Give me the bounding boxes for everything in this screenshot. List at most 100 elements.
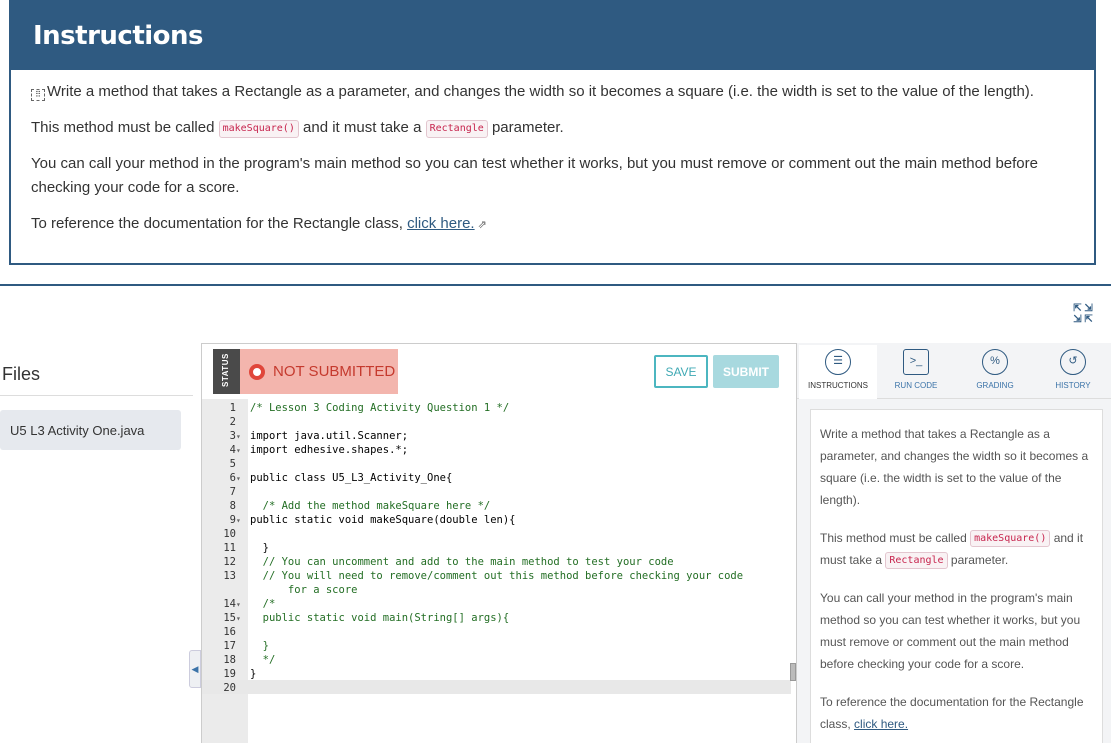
save-button[interactable]: SAVE [654,355,708,388]
code-text: import edhesive.shapes.*; [250,444,409,456]
card-code-chip-makesquare: makeSquare() [970,530,1051,547]
percent-badge-icon: % [982,349,1008,375]
code-line[interactable]: 11 } [202,541,792,555]
files-title: Files [2,364,41,384]
tab-instructions[interactable]: ☰ INSTRUCTIONS [799,345,877,400]
line-number: 12 [223,556,236,568]
instructions-paragraph-3: You can call your method in the program'… [31,155,1038,196]
code-line[interactable]: 17 } [202,639,792,653]
line-number: 4 [229,444,236,456]
tab-instructions-label: INSTRUCTIONS [808,381,868,390]
line-number: 16 [223,626,236,638]
code-line[interactable]: 7 [202,485,792,499]
tab-history-label: HISTORY [1055,381,1091,390]
code-text: } [250,668,257,680]
status-dot-icon [249,363,265,380]
tab-grading[interactable]: % GRADING [955,345,1035,400]
documentation-link[interactable]: click here. [407,215,475,232]
line-number: 2 [229,416,236,428]
instructions-header: Instructions [11,2,1094,70]
code-text: import java.util.Scanner; [250,430,409,442]
code-text: /* [250,598,276,610]
code-line[interactable]: 13 // You will need to remove/comment ou… [202,569,792,583]
tab-run-code[interactable]: >_ RUN CODE [877,345,955,400]
code-text: public static void main(String[] args){ [250,612,510,624]
terminal-icon: >_ [903,349,929,375]
anchor-icon: ⠿ [31,89,45,101]
code-line[interactable]: 3▾ import java.util.Scanner; [202,429,792,443]
code-line[interactable]: 20 [202,681,792,695]
code-text: */ [250,654,276,666]
card-code-chip-rectangle: Rectangle [885,552,948,569]
tab-grading-label: GRADING [976,381,1014,390]
history-icon: ↺ [1060,349,1086,375]
line-number: 15 [223,612,236,624]
code-line[interactable]: 15▾ public static void main(String[] arg… [202,611,792,625]
code-text: } [250,640,269,652]
submit-button[interactable]: SUBMIT [713,355,779,388]
code-line[interactable]: 9▾ public static void makeSquare(double l… [202,513,792,527]
instructions-paragraph-1: ⠿ Write a method that takes a Rectangle a… [31,80,1074,104]
code-chip-makesquare: makeSquare() [218,120,299,138]
code-line[interactable]: 6▾ public class U5_L3_Activity_One{ [202,471,792,485]
line-number: 3 [229,430,236,442]
instructions-panel: Instructions ⠿ Write a method that takes … [9,0,1096,265]
code-line[interactable]: 19} [202,667,792,681]
fold-arrow-icon[interactable]: ▾ [236,444,250,458]
line-number: 19 [223,668,236,680]
instructions-p2-after: parameter. [491,119,564,136]
line-number: 11 [223,542,236,554]
line-number: 17 [223,640,236,652]
instructions-paragraph-4: To reference the documentation for the R… [31,212,1074,237]
line-number: 6 [229,472,236,484]
fold-arrow-icon[interactable]: ▾ [236,598,250,612]
instructions-p2-mid: and it must take a [303,119,422,136]
line-number: 5 [229,458,236,470]
line-number: 7 [229,486,236,498]
code-line[interactable]: 14▾ /* [202,597,792,611]
code-text: // You will need to remove/comment out t… [250,570,744,582]
chevron-left-icon: ◀ [191,664,199,674]
code-line[interactable]: 4▾ import edhesive.shapes.*; [202,443,792,457]
section-divider [0,284,1111,286]
code-line[interactable]: 5 [202,457,792,471]
line-number: 18 [223,654,236,666]
code-line[interactable]: 18 */ [202,653,792,667]
collapse-files-button[interactable]: ◀ [189,650,201,688]
fullscreen-expand-icon[interactable]: ⇱ ⇲ ⇲ ⇱ [1069,303,1097,327]
code-chip-rectangle: Rectangle [425,120,488,138]
code-line[interactable]: 16 [202,625,792,639]
card-paragraph-1: Write a method that takes a Rectangle as… [820,427,1089,507]
card-documentation-link[interactable]: click here. [854,717,908,731]
code-text: // You can uncomment and add to the main… [250,556,674,568]
external-link-icon: ⇗ [477,219,487,231]
status-text: NOT SUBMITTED [273,363,396,380]
line-number: 14 [223,598,236,610]
line-number: 8 [229,500,236,512]
code-line[interactable]: for a score [202,583,792,597]
fold-arrow-icon[interactable]: ▾ [236,430,250,444]
code-line[interactable]: 12 // You can uncomment and add to the m… [202,555,792,569]
fold-arrow-icon[interactable]: ▾ [236,612,250,626]
status-label: STATUS [221,353,230,387]
fold-arrow-icon[interactable]: ▾ [236,514,250,528]
code-line[interactable]: 8 /* Add the method makeSquare here */ [202,499,792,513]
instructions-title: Instructions [33,21,204,51]
card-paragraph-4: To reference the documentation for the R… [820,691,1092,735]
card-paragraph-3: You can call your method in the program'… [820,591,1081,671]
instructions-p4-before: To reference the documentation for the R… [31,215,403,232]
tab-run-code-label: RUN CODE [894,381,938,390]
line-number: 1 [229,402,236,414]
card-p2-before: This method must be called [820,531,967,545]
fold-arrow-icon[interactable]: ▾ [236,472,250,486]
code-line[interactable]: 1 /* Lesson 3 Coding Activity Question 1 … [202,401,792,415]
line-number: 9 [229,514,236,526]
code-text: /* Lesson 3 Coding Activity Question 1 *… [250,402,510,414]
code-line[interactable]: 2 [202,415,792,429]
code-line[interactable]: 10 [202,527,792,541]
code-text: for a score [250,584,358,596]
file-item[interactable]: U5 L3 Activity One.java [0,410,181,450]
code-text: public class U5_L3_Activity_One{ [250,472,453,484]
tab-history[interactable]: ↺ HISTORY [1035,345,1111,400]
card-p2-after: parameter. [950,553,1009,567]
